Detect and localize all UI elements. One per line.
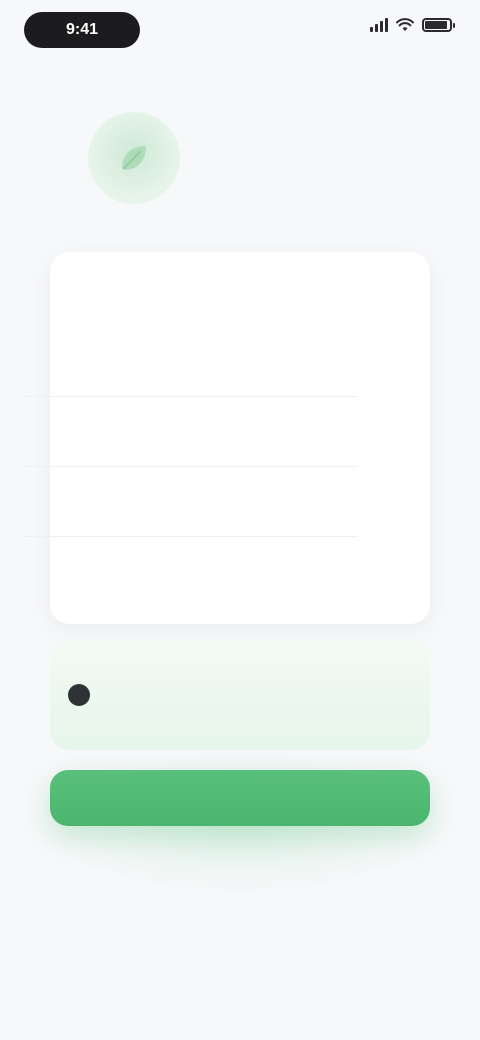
battery-level: [425, 21, 447, 29]
consent-box[interactable]: [50, 640, 430, 750]
brand-header: [88, 112, 202, 204]
status-icons: [370, 18, 455, 32]
detail-row: [22, 566, 358, 606]
detail-row: [22, 356, 358, 397]
battery-icon: [422, 18, 455, 32]
status-time: 9:41: [24, 12, 140, 48]
detail-row: [22, 496, 358, 537]
detail-row: [22, 426, 358, 467]
consent-checkbox[interactable]: [68, 684, 90, 706]
leaf-icon: [122, 146, 146, 170]
status-bar: 9:41: [0, 0, 480, 60]
app-logo: [88, 112, 180, 204]
primary-action-button[interactable]: [50, 770, 430, 826]
signal-icon: [370, 18, 388, 32]
wifi-icon: [396, 18, 414, 31]
app-screen: 9:41: [0, 0, 480, 1040]
